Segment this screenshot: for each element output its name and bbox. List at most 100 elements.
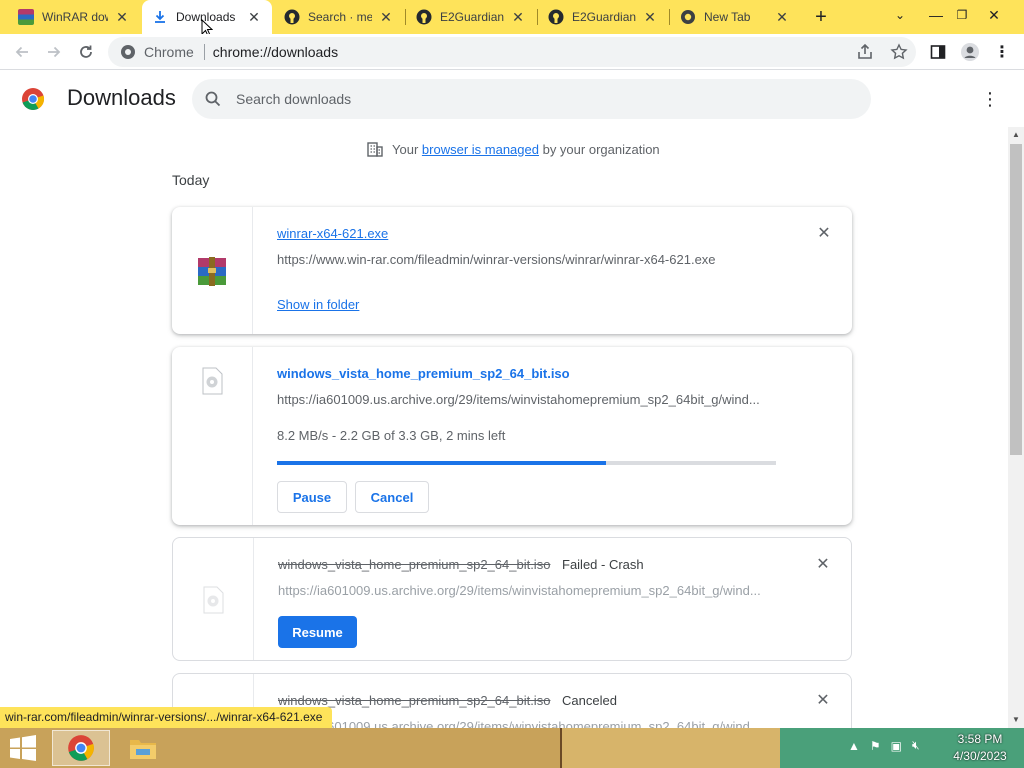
forward-arrow-icon	[48, 46, 61, 58]
remove-from-list-close-icon[interactable]: ✕	[815, 693, 831, 709]
scrollbar-thumb[interactable]	[1010, 144, 1022, 455]
search-downloads-box[interactable]	[192, 79, 871, 119]
download-source-url[interactable]: https://ia601009.us.archive.org/29/items…	[277, 392, 760, 407]
restore-button[interactable]: ❐	[944, 0, 980, 30]
window-close-button[interactable]: ✕	[976, 0, 1012, 30]
tab-title: E2Guardian -	[440, 10, 504, 24]
file-icon-column	[172, 347, 253, 525]
windows-taskbar: ▲ ⚑ ▣ 🔇︎ 3:58 PM 4/30/2023	[0, 728, 1024, 768]
search-input[interactable]	[236, 79, 836, 119]
forward-button[interactable]	[40, 38, 68, 66]
generic-file-icon	[203, 586, 224, 614]
taskbar-chrome[interactable]	[52, 730, 110, 766]
browser-managed-link[interactable]: browser is managed	[422, 142, 539, 157]
volume-muted-icon[interactable]: 🔇︎	[912, 738, 920, 753]
scroll-down-arrow-icon[interactable]: ▼	[1008, 712, 1024, 728]
page-scrollbar[interactable]: ▲ ▼	[1008, 127, 1024, 728]
bookmark-star-icon[interactable]	[890, 43, 908, 61]
tab-e2guardian-1[interactable]: E2Guardian - ✕	[406, 0, 536, 34]
site-label: Chrome	[144, 44, 194, 60]
github-icon	[416, 9, 432, 25]
tab-search[interactable]: Search · mer ✕	[274, 0, 404, 34]
tab-new-tab[interactable]: New Tab ✕	[670, 0, 800, 34]
download-progress-text: 8.2 MB/s - 2.2 GB of 3.3 GB, 2 mins left	[277, 428, 506, 443]
tab-title: E2Guardian	[572, 10, 636, 24]
close-icon[interactable]: ✕	[510, 9, 526, 26]
download-source-url[interactable]: https://ia601009.us.archive.org/29/items…	[278, 583, 761, 598]
download-filename-link[interactable]: windows_vista_home_premium_sp2_64_bit.is…	[277, 366, 570, 381]
clock-date: 4/30/2023	[953, 749, 1007, 763]
side-panel-button[interactable]	[926, 40, 950, 64]
download-source-url[interactable]: https://ia601009.us.archive.org/29/items…	[278, 719, 761, 728]
link-status-bubble: win-rar.com/fileadmin/winrar-versions/..…	[0, 707, 333, 728]
back-button[interactable]	[8, 38, 36, 66]
reload-icon	[80, 45, 92, 58]
profile-avatar-icon	[961, 43, 979, 61]
download-filename-link[interactable]: winrar-x64-621.exe	[277, 226, 388, 241]
close-icon[interactable]: ✕	[114, 9, 130, 26]
side-panel-icon	[930, 45, 946, 59]
show-hidden-icons-icon[interactable]: ▲	[848, 739, 860, 753]
download-status-tag: Canceled	[562, 693, 617, 708]
tab-title: WinRAR download	[42, 10, 108, 24]
managed-prefix: Your	[392, 141, 419, 157]
chrome-logo-icon	[68, 735, 94, 761]
download-icon	[152, 9, 168, 25]
search-icon	[205, 91, 221, 107]
page-title: Downloads	[67, 85, 176, 110]
download-progress-bar	[277, 461, 776, 465]
cancel-button[interactable]: Cancel	[355, 481, 429, 513]
resume-button[interactable]: Resume	[278, 616, 357, 648]
remove-from-list-close-icon[interactable]: ✕	[815, 557, 831, 573]
share-icon[interactable]	[856, 43, 874, 61]
remove-from-list-close-icon[interactable]: ✕	[816, 226, 832, 242]
scroll-up-arrow-icon[interactable]: ▲	[1008, 127, 1024, 143]
chrome-menu-button[interactable]: ⋮	[990, 40, 1014, 64]
chrome-site-icon	[121, 45, 135, 59]
action-center-flag-icon[interactable]: ⚑	[870, 739, 881, 753]
new-tab-button[interactable]: +	[808, 0, 834, 34]
download-item-vista-failed: windows_vista_home_premium_sp2_64_bit.is…	[172, 537, 852, 661]
system-clock[interactable]: 3:58 PM 4/30/2023	[940, 731, 1020, 765]
show-in-folder-link[interactable]: Show in folder	[277, 297, 359, 312]
tab-winrar[interactable]: WinRAR download ✕	[8, 0, 140, 34]
reload-button[interactable]	[72, 38, 100, 66]
close-icon[interactable]: ✕	[378, 9, 394, 26]
downloads-list: Your browser is managed by your organiza…	[0, 127, 1008, 728]
taskbar-file-explorer[interactable]	[114, 730, 172, 766]
tab-strip: WinRAR download ✕ Downloads ✕ Search · m…	[0, 0, 1024, 34]
generic-file-icon	[202, 367, 223, 395]
download-filename: windows_vista_home_premium_sp2_64_bit.is…	[278, 693, 551, 708]
download-source-url[interactable]: https://www.win-rar.com/fileadmin/winrar…	[277, 252, 716, 267]
close-icon[interactable]: ✕	[774, 9, 790, 26]
address-bar[interactable]: Chrome chrome://downloads	[108, 37, 916, 67]
file-icon-column	[173, 538, 254, 660]
chrome-logo-icon	[22, 88, 45, 110]
date-heading: Today	[172, 172, 210, 188]
browser-toolbar: Chrome chrome://downloads ⋮	[0, 34, 1024, 70]
start-button[interactable]	[4, 732, 42, 764]
pause-button[interactable]: Pause	[277, 481, 347, 513]
winrar-file-icon	[198, 257, 226, 286]
download-progress-fill	[277, 461, 607, 465]
downloads-header: Downloads ⋮	[0, 71, 1024, 127]
tab-title: New Tab	[704, 10, 751, 24]
close-icon[interactable]: ✕	[642, 9, 658, 26]
windows-logo-icon	[10, 735, 36, 761]
tab-search-dropdown-icon[interactable]: ⌄	[882, 0, 918, 30]
wallpaper-region	[560, 728, 780, 768]
globe-icon	[680, 9, 696, 25]
omnibox-divider	[203, 44, 205, 60]
back-arrow-icon	[15, 46, 28, 58]
network-icon[interactable]: ▣	[891, 739, 902, 753]
download-filename: windows_vista_home_premium_sp2_64_bit.is…	[278, 557, 551, 572]
clock-time: 3:58 PM	[957, 732, 1003, 746]
profile-button[interactable]	[958, 40, 982, 64]
github-icon	[548, 9, 564, 25]
close-icon[interactable]: ✕	[246, 9, 262, 26]
downloads-more-menu[interactable]: ⋮	[978, 87, 1002, 111]
system-tray: ▲ ⚑ ▣ 🔇︎	[848, 738, 920, 753]
download-item-winrar: winrar-x64-621.exe https://www.win-rar.c…	[172, 207, 852, 334]
winrar-icon	[18, 9, 34, 25]
tab-e2guardian-2[interactable]: E2Guardian ✕	[538, 0, 668, 34]
